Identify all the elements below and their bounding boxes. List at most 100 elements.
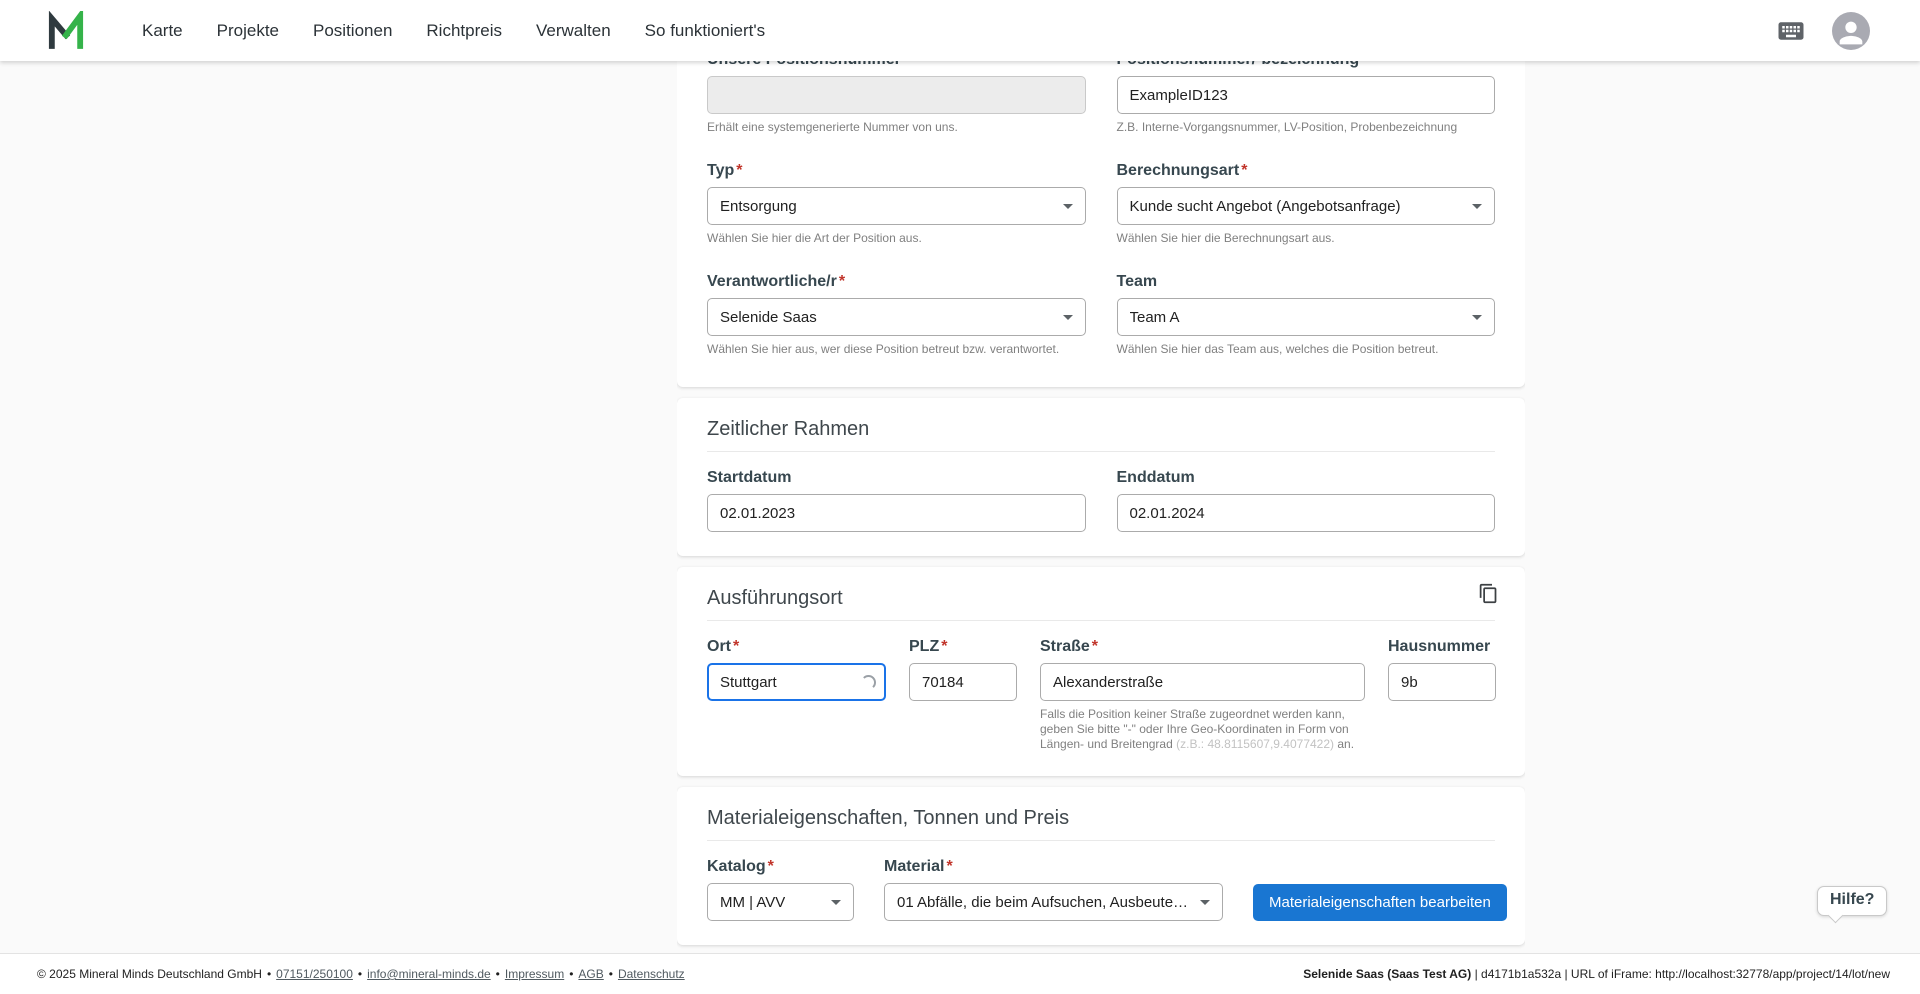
- user-avatar[interactable]: [1832, 11, 1870, 50]
- positionsnummer-label: Positionsnummer/-bezeichnung: [1117, 61, 1496, 70]
- card-title-zeitlicher-rahmen: Zeitlicher Rahmen: [707, 418, 870, 440]
- nav-item-positionen[interactable]: Positionen: [313, 21, 392, 41]
- chevron-down-icon: [1200, 899, 1210, 905]
- verantwortliche-label: Verantwortliche/r *: [707, 273, 846, 290]
- team-select[interactable]: Team A: [1116, 298, 1495, 336]
- logo-icon: [48, 10, 84, 49]
- field-team: Team Team A Wählen Sie hier das Team aus…: [1116, 272, 1495, 357]
- required-asterisk: *: [941, 638, 948, 655]
- startdatum-label: Startdatum: [707, 469, 792, 486]
- plz-label: PLZ *: [909, 638, 948, 655]
- divider: [707, 840, 1495, 841]
- field-typ: Typ * Entsorgung Wählen Sie hier die Art …: [707, 161, 1086, 246]
- ort-label: Ort *: [707, 638, 740, 655]
- email-link[interactable]: info@mineral-minds.de: [367, 967, 491, 981]
- agb-link[interactable]: AGB: [578, 967, 603, 981]
- required-asterisk: *: [1241, 162, 1248, 179]
- divider: [707, 620, 1495, 621]
- required-asterisk: *: [838, 273, 846, 290]
- topbar-right: [1774, 11, 1870, 50]
- team-helper: Wählen Sie hier das Team aus, welches di…: [1116, 342, 1439, 356]
- field-positionsnummer: Positionsnummer/-bezeichnung Z.B. Intern…: [1116, 61, 1496, 135]
- help-button[interactable]: Hilfe?: [1817, 886, 1888, 916]
- footer-left: © 2025 Mineral Minds Deutschland GmbH • 07…: [37, 967, 685, 981]
- mineral-minds-logo[interactable]: [45, 10, 87, 52]
- keyboard-icon[interactable]: [1774, 14, 1808, 48]
- startdatum-input[interactable]: [707, 494, 1086, 532]
- footer-session-info: | d4171b1a532a | URL of iFrame: http://l…: [1471, 967, 1890, 981]
- form-content-area: Unsere Positionsnummer Erhält eine syste…: [677, 61, 1525, 953]
- field-ort: Ort * Stuttgart: [707, 637, 886, 752]
- nav-item-verwalten[interactable]: Verwalten: [536, 21, 611, 41]
- chevron-down-icon: [831, 899, 841, 905]
- typ-helper: Wählen Sie hier die Art der Position aus…: [707, 231, 922, 245]
- impressum-link[interactable]: Impressum: [505, 967, 564, 981]
- chevron-down-icon: [1062, 203, 1073, 209]
- card-title-material: Materialeigenschaften, Tonnen und Preis: [707, 807, 1070, 829]
- loading-spinner-icon: [861, 674, 876, 690]
- field-verantwortliche: Verantwortliche/r * Selenide Saas Wählen …: [707, 272, 1086, 357]
- field-material: Material * 01 Abfälle, die beim Aufsuchen…: [884, 857, 1223, 921]
- main-nav: Karte Projekte Positionen Richtpreis Ver…: [142, 21, 765, 41]
- required-asterisk: *: [767, 858, 774, 875]
- plz-input[interactable]: [909, 663, 1017, 701]
- field-hausnummer: Hausnummer: [1388, 637, 1496, 752]
- field-berechnungsart: Berechnungsart * Kunde sucht Angebot (Ang…: [1116, 161, 1495, 246]
- typ-label: Typ *: [707, 162, 743, 179]
- footer-bar: © 2025 Mineral Minds Deutschland GmbH • 07…: [0, 953, 1920, 994]
- top-navigation-bar: Karte Projekte Positionen Richtpreis Ver…: [0, 0, 1920, 61]
- card-title-ausfuehrungsort: Ausführungsort: [707, 587, 843, 609]
- strasse-label: Straße *: [1040, 638, 1099, 655]
- field-enddatum: Enddatum: [1116, 468, 1495, 532]
- divider: [707, 451, 1495, 452]
- nav-item-richtpreis[interactable]: Richtpreis: [426, 21, 502, 41]
- copyright-text: © 2025 Mineral Minds Deutschland GmbH: [37, 967, 262, 981]
- typ-select[interactable]: Entsorgung: [707, 187, 1086, 225]
- copy-icon[interactable]: [1478, 583, 1499, 604]
- required-asterisk: *: [1091, 638, 1099, 655]
- berechnungsart-label: Berechnungsart *: [1116, 162, 1248, 179]
- footer-user-info: Selenide Saas (Saas Test AG): [1303, 967, 1472, 981]
- unsere-positionsnummer-input: [707, 76, 1086, 114]
- strasse-helper: Falls die Position keiner Straße zugeord…: [1040, 707, 1355, 751]
- enddatum-input[interactable]: [1116, 494, 1495, 532]
- field-katalog: Katalog * MM | AVV: [707, 857, 854, 921]
- footer-right: Selenide Saas (Saas Test AG) | d4171b1a5…: [1303, 967, 1890, 981]
- field-plz: PLZ *: [909, 637, 1017, 752]
- hausnummer-label: Hausnummer: [1388, 638, 1491, 655]
- ort-input[interactable]: Stuttgart: [707, 663, 886, 701]
- strasse-input[interactable]: [1040, 663, 1365, 701]
- required-asterisk: *: [736, 162, 743, 179]
- berechnungsart-helper: Wählen Sie hier die Berechnungsart aus.: [1116, 231, 1335, 245]
- field-startdatum: Startdatum: [707, 468, 1086, 532]
- katalog-label: Katalog *: [707, 858, 774, 875]
- nav-item-karte[interactable]: Karte: [142, 21, 183, 41]
- ausfuehrungsort-card: Ausführungsort Ort * Stuttgart PLZ * 701…: [677, 567, 1525, 776]
- datenschutz-link[interactable]: Datenschutz: [618, 967, 685, 981]
- hausnummer-input[interactable]: [1388, 663, 1496, 701]
- berechnungsart-select[interactable]: Kunde sucht Angebot (Angebotsanfrage): [1116, 187, 1495, 225]
- material-card: Materialeigenschaften, Tonnen und Preis …: [677, 787, 1525, 945]
- required-asterisk: *: [946, 858, 953, 875]
- verantwortliche-select[interactable]: Selenide Saas: [707, 298, 1086, 336]
- material-select[interactable]: 01 Abfälle, die beim Aufsuchen, Ausbeute…: [884, 883, 1223, 921]
- chevron-down-icon: [1472, 314, 1482, 320]
- person-icon: [1839, 21, 1863, 44]
- field-strasse: Straße* Falls die Position keiner Straße…: [1040, 637, 1365, 752]
- katalog-select[interactable]: MM | AVV: [707, 883, 854, 921]
- positionsnummer-helper: Z.B. Interne-Vorgangsnummer, LV-Position…: [1116, 120, 1458, 134]
- team-label: Team: [1116, 273, 1158, 290]
- unsere-positionsnummer-label: Unsere Positionsnummer: [707, 61, 1086, 70]
- nav-item-projekte[interactable]: Projekte: [217, 21, 279, 41]
- enddatum-label: Enddatum: [1116, 469, 1195, 486]
- nav-item-so-funktionierts[interactable]: So funktioniert's: [645, 21, 765, 41]
- position-basisdaten-card: Unsere Positionsnummer Erhält eine syste…: [677, 61, 1525, 387]
- chevron-down-icon: [1472, 203, 1482, 209]
- positionsnummer-input[interactable]: [1116, 76, 1495, 114]
- phone-link[interactable]: 07151/250100: [276, 967, 353, 981]
- zeitlicher-rahmen-card: Zeitlicher Rahmen Startdatum Enddatum: [677, 398, 1525, 556]
- materialeigenschaften-bearbeiten-button[interactable]: Materialeigenschaften bearbeiten: [1253, 884, 1507, 921]
- field-unsere-positionsnummer: Unsere Positionsnummer Erhält eine syste…: [707, 61, 1086, 135]
- verantwortliche-helper: Wählen Sie hier aus, wer diese Position …: [707, 342, 1060, 356]
- unsere-positionsnummer-helper: Erhält eine systemgenerierte Nummer von …: [707, 120, 958, 134]
